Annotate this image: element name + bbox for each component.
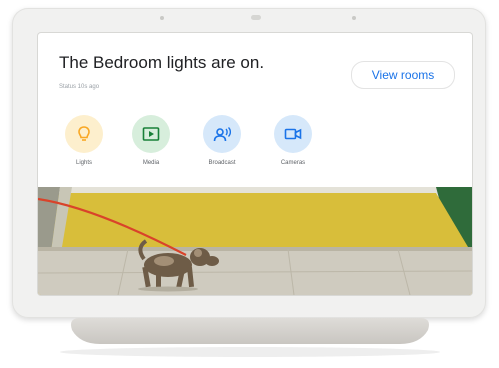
quick-action-lights[interactable]: Lights	[54, 115, 114, 166]
broadcast-icon	[213, 127, 231, 142]
quick-action-label: Lights	[75, 160, 92, 166]
broadcast-icon-circle	[203, 115, 241, 153]
quick-action-media[interactable]: Media	[121, 115, 181, 166]
notification-status: Status 10s ago	[59, 84, 100, 90]
camera-feed-photo	[38, 187, 472, 295]
play-icon	[142, 127, 160, 141]
ambient-sensor	[251, 15, 261, 20]
cameras-icon-circle	[274, 115, 312, 153]
quick-action-broadcast[interactable]: Broadcast	[192, 115, 252, 166]
quick-action-label: Broadcast	[208, 160, 236, 166]
bulb-icon	[78, 126, 90, 141]
quick-action-label: Media	[142, 160, 160, 166]
camera-icon	[284, 128, 302, 140]
quick-action-cameras[interactable]: Cameras	[263, 115, 323, 166]
quick-action-label: Cameras	[280, 160, 306, 166]
microphone-dot	[160, 16, 164, 20]
notification-headline: The Bedroom lights are on.	[59, 53, 265, 72]
view-rooms-button[interactable]: View rooms	[351, 61, 455, 89]
microphone-dot	[352, 16, 356, 20]
lights-icon-circle	[65, 115, 103, 153]
media-icon-circle	[132, 115, 170, 153]
display-screen: The Bedroom lights are on. Status 10s ag…	[38, 33, 472, 295]
